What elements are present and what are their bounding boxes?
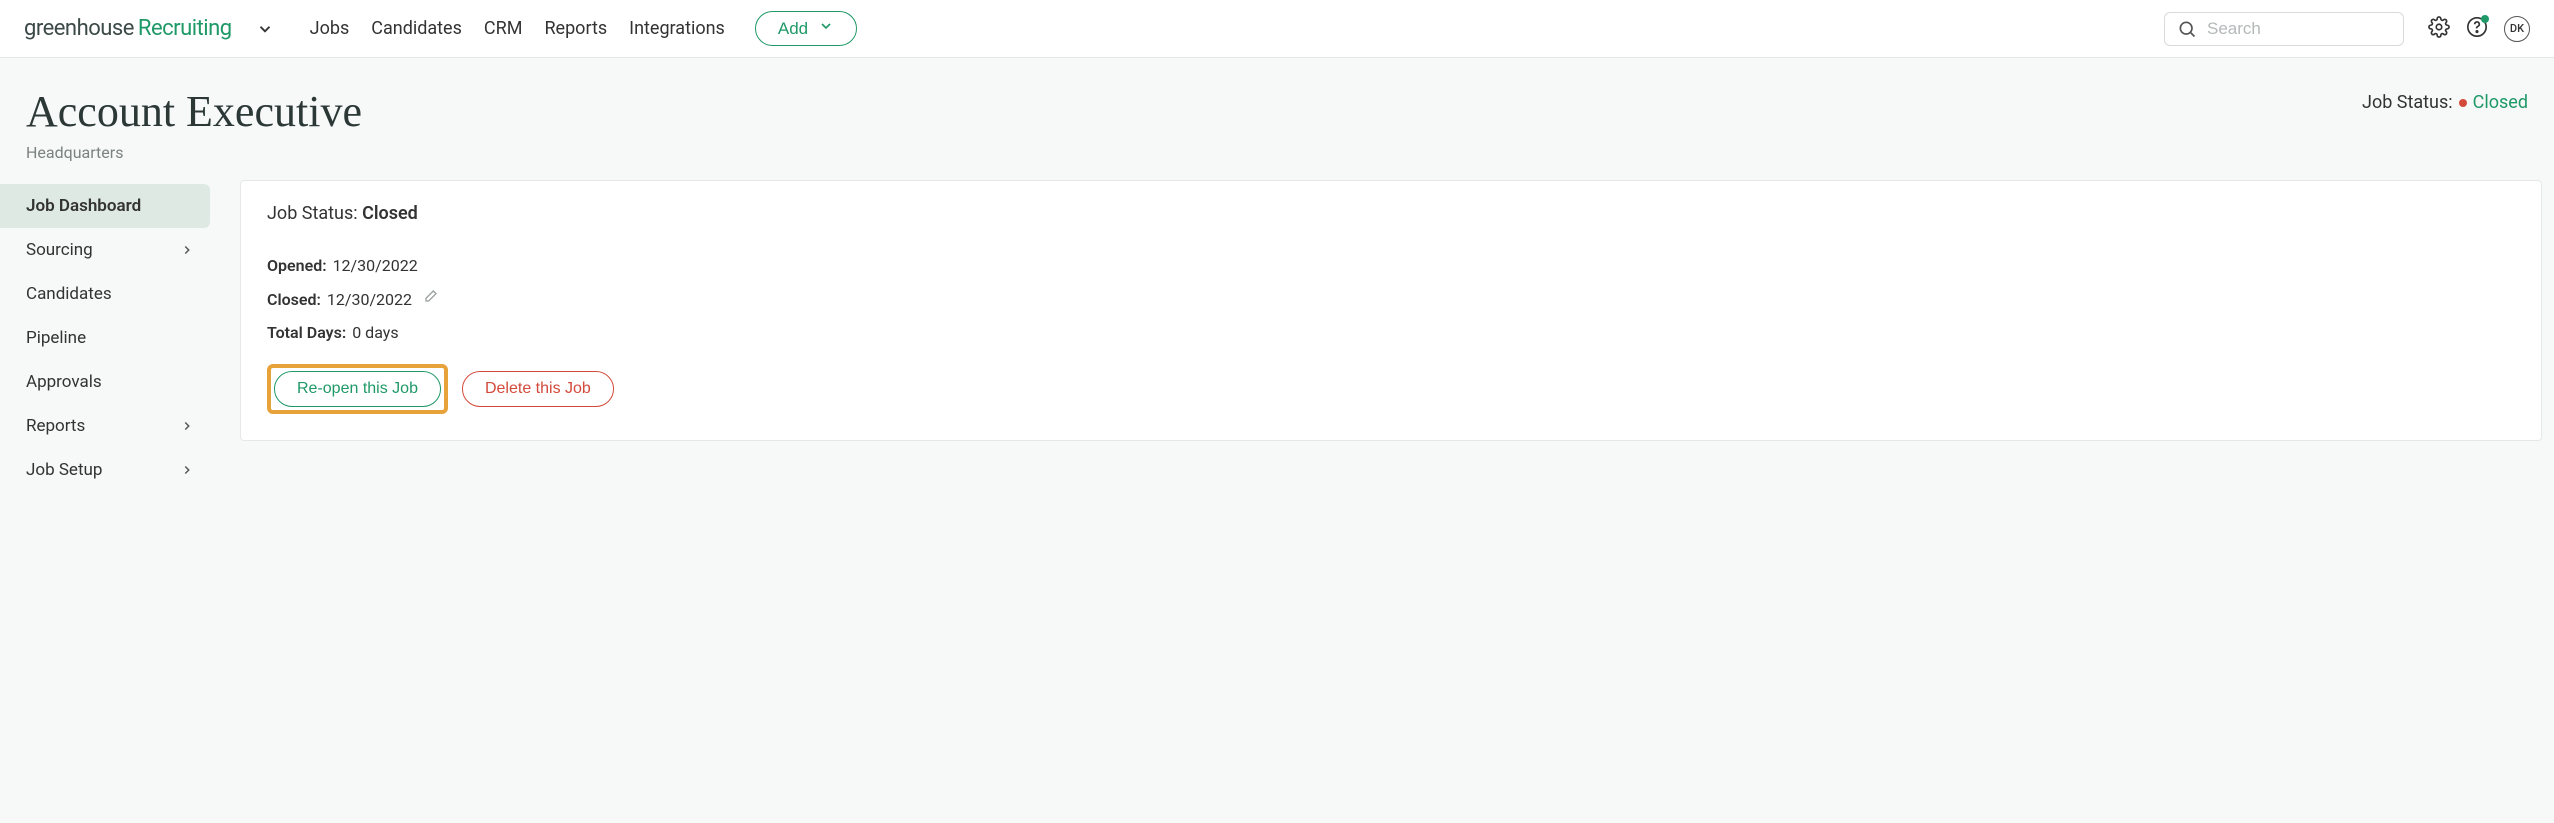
card-status-label: Job Status:	[267, 203, 358, 224]
header-status-label: Job Status:	[2362, 92, 2453, 113]
logo[interactable]: greenhouse Recruiting	[24, 16, 232, 41]
total-days-label: Total Days:	[267, 323, 346, 342]
card-status-line: Job Status: Closed	[267, 203, 2515, 224]
delete-job-button[interactable]: Delete this Job	[462, 371, 614, 407]
total-days-value: 0 days	[352, 323, 398, 342]
sidebar-item-sourcing[interactable]: Sourcing	[0, 228, 210, 272]
logo-text-left: greenhouse	[24, 16, 134, 41]
primary-nav: Jobs Candidates CRM Reports Integrations	[310, 18, 725, 39]
app-switcher-caret[interactable]	[256, 20, 274, 38]
sidebar-item-job-setup[interactable]: Job Setup	[0, 448, 210, 492]
header-status-value: Closed	[2473, 92, 2528, 113]
help-button[interactable]	[2466, 16, 2488, 42]
search-icon	[2177, 19, 2197, 39]
gear-icon	[2428, 16, 2450, 42]
sidebar-item-candidates[interactable]: Candidates	[0, 272, 210, 316]
reopen-job-button[interactable]: Re-open this Job	[274, 371, 441, 407]
page-header: Account Executive Headquarters Job Statu…	[0, 58, 2554, 180]
sidebar-item-label: Job Setup	[26, 460, 102, 480]
logo-text-right: Recruiting	[138, 16, 232, 41]
sidebar-item-pipeline[interactable]: Pipeline	[0, 316, 210, 360]
chevron-down-icon	[818, 18, 834, 39]
nav-candidates[interactable]: Candidates	[371, 18, 462, 39]
sidebar-item-label: Pipeline	[26, 328, 86, 348]
top-nav: greenhouse Recruiting Jobs Candidates CR…	[0, 0, 2554, 58]
sidebar-item-job-dashboard[interactable]: Job Dashboard	[0, 184, 210, 228]
notification-dot	[2481, 15, 2489, 23]
nav-reports[interactable]: Reports	[544, 18, 607, 39]
page-title: Account Executive	[26, 86, 362, 137]
user-avatar[interactable]: DK	[2504, 16, 2530, 42]
total-days-line: Total Days: 0 days	[267, 323, 2515, 342]
nav-integrations[interactable]: Integrations	[629, 18, 725, 39]
header-status: Job Status: Closed	[2362, 86, 2528, 113]
settings-button[interactable]	[2428, 16, 2450, 42]
content-area: Job Dashboard Sourcing Candidates Pipeli…	[0, 180, 2554, 492]
sidebar-item-reports[interactable]: Reports	[0, 404, 210, 448]
sidebar-item-label: Approvals	[26, 372, 102, 392]
top-right-controls: DK	[2428, 16, 2530, 42]
closed-line: Closed: 12/30/2022	[267, 289, 2515, 309]
search-box[interactable]	[2164, 12, 2404, 46]
sidebar-item-label: Candidates	[26, 284, 112, 304]
edit-closed-date-button[interactable]	[422, 289, 438, 309]
sidebar-item-approvals[interactable]: Approvals	[0, 360, 210, 404]
closed-label: Closed:	[267, 290, 321, 309]
chevron-right-icon	[180, 243, 194, 257]
opened-label: Opened:	[267, 256, 327, 275]
add-button-label: Add	[778, 19, 808, 39]
card-actions: Re-open this Job Delete this Job	[267, 364, 2515, 414]
opened-value: 12/30/2022	[333, 256, 418, 275]
opened-line: Opened: 12/30/2022	[267, 256, 2515, 275]
status-dot-icon	[2459, 99, 2467, 107]
chevron-right-icon	[180, 419, 194, 433]
page-subtitle: Headquarters	[26, 143, 362, 162]
add-button[interactable]: Add	[755, 11, 857, 46]
closed-value: 12/30/2022	[327, 290, 412, 309]
chevron-right-icon	[180, 463, 194, 477]
sidebar-item-label: Job Dashboard	[26, 196, 141, 216]
nav-jobs[interactable]: Jobs	[310, 18, 350, 39]
pencil-icon	[422, 289, 438, 309]
nav-crm[interactable]: CRM	[484, 18, 523, 39]
search-input[interactable]	[2207, 19, 2391, 39]
card-status-value: Closed	[362, 203, 418, 224]
highlight-reopen: Re-open this Job	[267, 364, 448, 414]
avatar-initials: DK	[2510, 22, 2524, 35]
job-status-card: Job Status: Closed Opened: 12/30/2022 Cl…	[240, 180, 2542, 441]
sidebar: Job Dashboard Sourcing Candidates Pipeli…	[0, 180, 210, 492]
sidebar-item-label: Sourcing	[26, 240, 93, 260]
sidebar-item-label: Reports	[26, 416, 85, 436]
